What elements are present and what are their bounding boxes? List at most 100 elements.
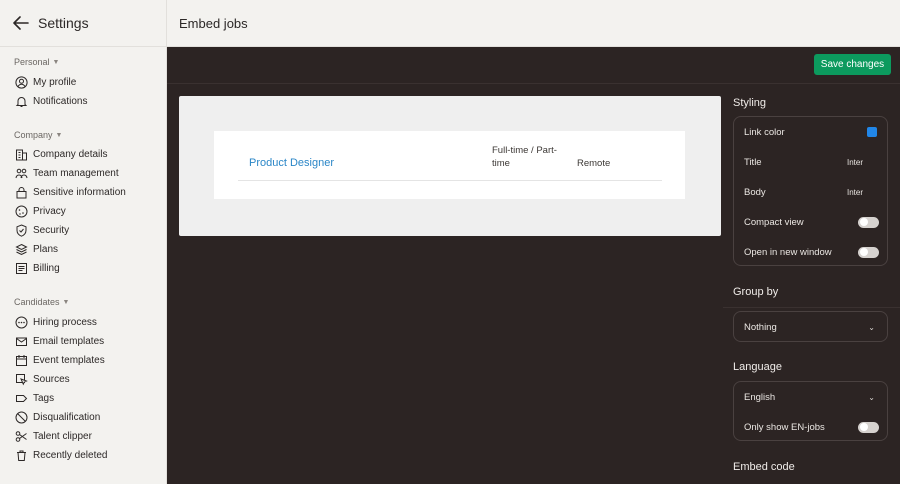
tag-icon (15, 392, 28, 405)
chevron-down-icon: ⌄ (868, 322, 875, 332)
compact-view-row: Compact view (744, 215, 879, 229)
sidebar-item-label: Recently deleted (33, 449, 108, 461)
chevron-down-icon: ▼ (55, 131, 63, 139)
language-title: Language (733, 361, 782, 373)
sidebar-header: Settings (0, 0, 166, 47)
styling-panel: Link color Title Inter Body Inter Compac… (733, 116, 888, 266)
language-value: English (744, 391, 776, 403)
sidebar-item-label: Sources (33, 373, 70, 385)
page-header: Embed jobs (167, 0, 900, 47)
layers-icon (15, 243, 28, 256)
sidebar-item-label: Disqualification (33, 411, 101, 423)
sidebar-item-label: Email templates (33, 335, 105, 347)
receipt-icon (15, 262, 28, 275)
user-circle-icon (15, 75, 28, 89)
sidebar-item-label: Privacy (33, 205, 66, 217)
chevron-down-icon: ▼ (52, 58, 60, 66)
job-employment-type: Full-time / Part-time (492, 145, 557, 169)
sidebar-item-talent-clipper[interactable]: Talent clipper (15, 427, 92, 445)
scissors-icon (15, 430, 28, 443)
link-color-row: Link color (744, 125, 879, 139)
lock-icon (15, 186, 28, 199)
sidebar-item-billing[interactable]: Billing (15, 259, 60, 277)
job-title-link[interactable]: Product Designer (249, 157, 334, 169)
shield-icon (15, 223, 28, 237)
group-candidates[interactable]: Candidates ▼ (14, 297, 69, 307)
save-button[interactable]: Save changes (814, 54, 891, 75)
divider (238, 180, 662, 181)
back-arrow-icon[interactable] (12, 14, 30, 32)
cursor-icon (15, 373, 28, 386)
sidebar-item-email-templates[interactable]: Email templates (15, 332, 104, 350)
compact-view-toggle[interactable] (858, 216, 879, 228)
embed-preview: Product Designer Full-time / Part-time R… (179, 96, 721, 236)
body-font-row: Body Inter (744, 185, 879, 199)
trash-icon (15, 449, 28, 462)
group-personal[interactable]: Personal ▼ (14, 57, 59, 67)
sidebar-title: Settings (38, 15, 89, 31)
title-font-label: Title (744, 156, 762, 168)
sidebar-item-notifications[interactable]: Notifications (15, 92, 87, 110)
body-font-label: Body (744, 186, 766, 198)
sidebar-item-privacy[interactable]: Privacy (15, 202, 66, 220)
styling-title: Styling (733, 97, 767, 109)
job-location: Remote (577, 158, 611, 169)
sidebar-item-label: Security (33, 224, 70, 236)
ban-icon (15, 411, 28, 424)
process-icon (15, 316, 28, 329)
group-by-select[interactable]: Nothing ⌄ (733, 311, 888, 342)
group-by-row: Nothing ⌄ (744, 320, 879, 334)
sidebar-item-hiring-process[interactable]: Hiring process (15, 313, 97, 331)
compact-view-label: Compact view (744, 216, 804, 228)
sidebar-item-tags[interactable]: Tags (15, 389, 54, 407)
sidebar-item-label: Plans (33, 243, 59, 255)
sidebar-item-my-profile[interactable]: My profile (15, 73, 76, 91)
title-font-row: Title Inter (744, 155, 879, 169)
new-window-row: Open in new window (744, 245, 879, 259)
sidebar-item-label: Talent clipper (33, 430, 92, 442)
sidebar-item-label: Hiring process (33, 316, 97, 328)
chevron-down-icon: ⌄ (868, 392, 875, 402)
mail-icon (15, 335, 28, 348)
sidebar-item-label: Sensitive information (33, 186, 126, 198)
settings-sidebar: Settings Personal ▼ My profile Notificat… (0, 0, 167, 484)
sidebar-item-recently-deleted[interactable]: Recently deleted (15, 446, 108, 464)
chevron-down-icon: ▼ (62, 298, 70, 306)
sidebar-item-team-management[interactable]: Team management (15, 164, 119, 182)
divider (723, 307, 900, 308)
group-company-label: Company (14, 130, 53, 140)
body-font-value[interactable]: Inter (847, 188, 863, 197)
group-candidates-label: Candidates (14, 297, 60, 307)
new-window-label: Open in new window (744, 246, 832, 258)
page-title: Embed jobs (179, 15, 248, 31)
divider (167, 83, 900, 84)
building-icon (15, 148, 28, 161)
group-by-value: Nothing (744, 321, 777, 333)
group-company[interactable]: Company ▼ (14, 130, 62, 140)
sidebar-item-security[interactable]: Security (15, 221, 69, 239)
sidebar-item-label: Billing (33, 262, 60, 274)
sidebar-item-label: My profile (33, 76, 77, 88)
bell-icon (15, 95, 28, 108)
sidebar-item-sources[interactable]: Sources (15, 370, 70, 388)
title-font-value[interactable]: Inter (847, 158, 863, 167)
link-color-label: Link color (744, 126, 785, 138)
only-show-toggle[interactable] (858, 421, 879, 433)
group-by-title: Group by (733, 286, 779, 298)
sidebar-item-label: Tags (33, 392, 55, 404)
link-color-swatch[interactable] (867, 127, 877, 137)
new-window-toggle[interactable] (858, 246, 879, 258)
sidebar-item-event-templates[interactable]: Event templates (15, 351, 105, 369)
job-list-preview: Product Designer Full-time / Part-time R… (214, 131, 685, 199)
sidebar-item-disqualification[interactable]: Disqualification (15, 408, 100, 426)
sidebar-item-company-details[interactable]: Company details (15, 145, 107, 163)
sidebar-item-sensitive-information[interactable]: Sensitive information (15, 183, 126, 201)
only-show-label: Only show EN-jobs (744, 421, 825, 433)
calendar-icon (15, 354, 28, 367)
language-select[interactable]: English ⌄ (744, 390, 879, 404)
sidebar-item-label: Team management (33, 167, 119, 179)
group-personal-label: Personal (14, 57, 50, 67)
sidebar-item-plans[interactable]: Plans (15, 240, 58, 258)
sidebar-item-label: Event templates (33, 354, 105, 366)
sidebar-item-label: Notifications (33, 95, 88, 107)
